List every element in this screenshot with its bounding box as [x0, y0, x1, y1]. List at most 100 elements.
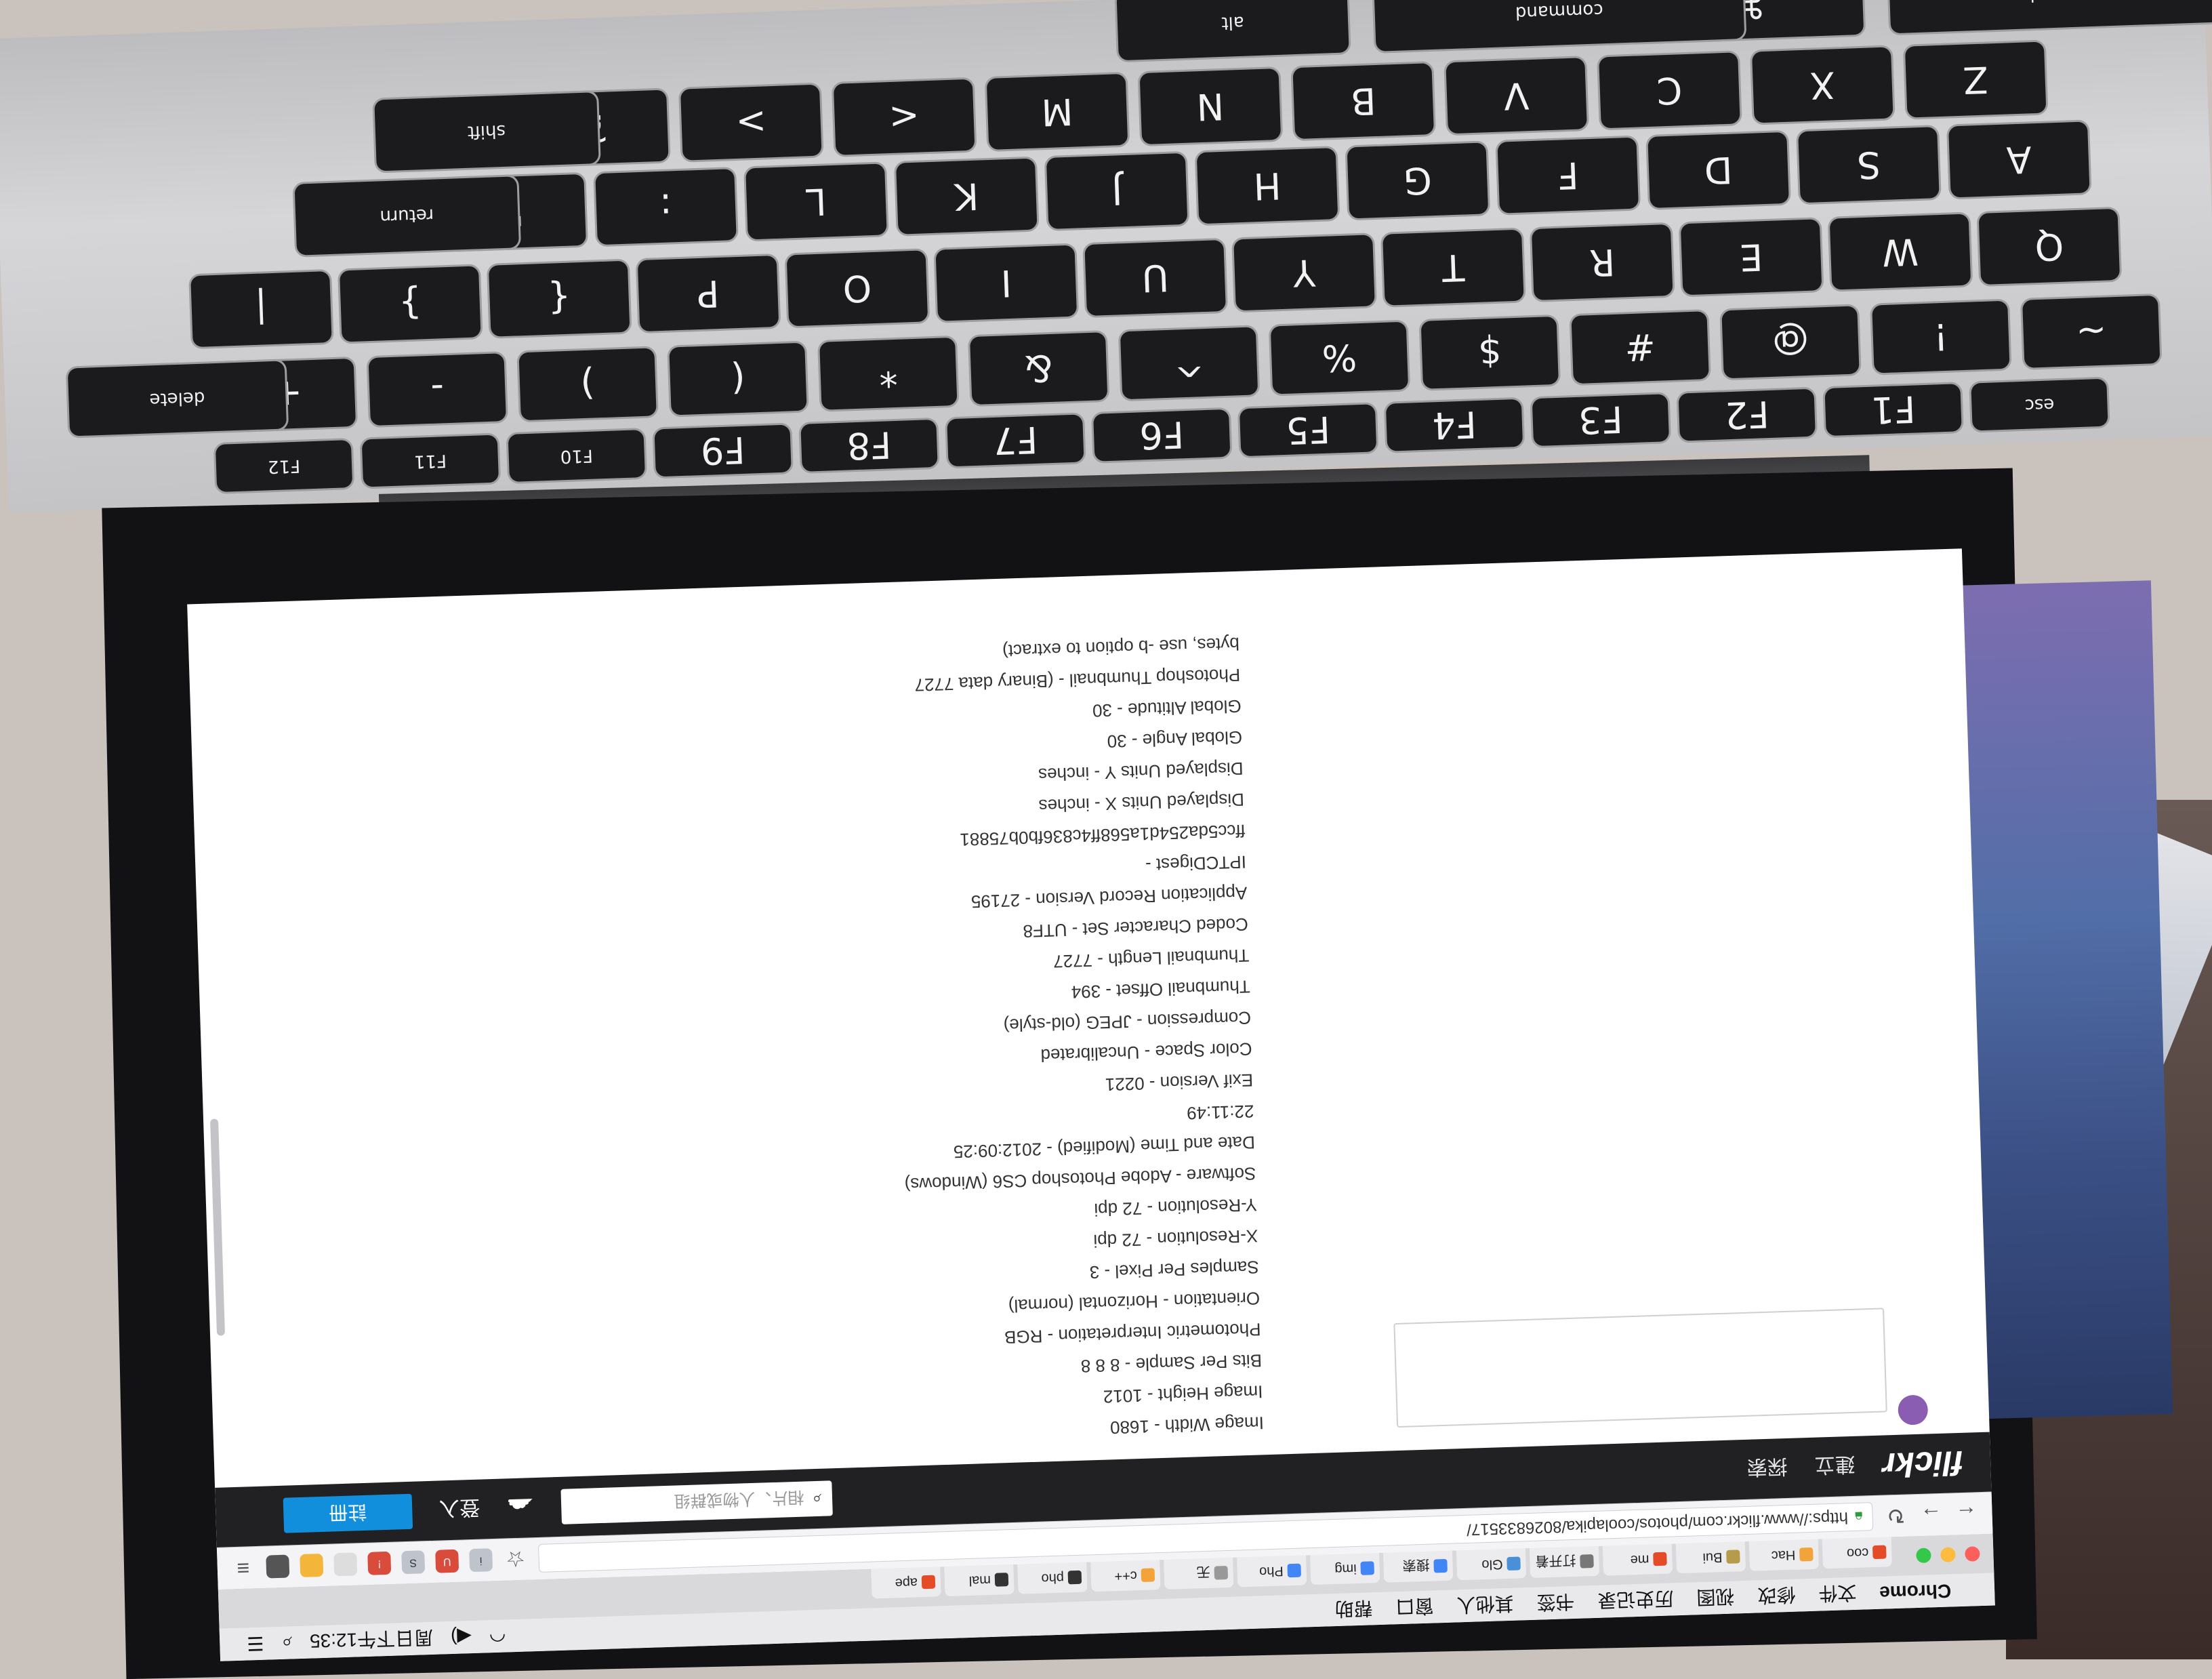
clock[interactable]: 周日下午12:35 — [309, 1625, 434, 1656]
keyboard-key: R — [1531, 224, 1673, 301]
keyboard-key: esc — [1971, 378, 2108, 431]
exif-list: Image Width - 1680 Image Height - 1012 B… — [886, 628, 1264, 1450]
browser-tab[interactable]: Glo — [1456, 1548, 1527, 1581]
avatar[interactable] — [1898, 1394, 1929, 1425]
keyboard-key: A — [1948, 121, 2090, 198]
browser-tab[interactable]: 搜索 — [1382, 1550, 1454, 1583]
menu-item-people[interactable]: 其他人 — [1456, 1591, 1514, 1620]
browser-tab[interactable]: me — [1602, 1543, 1673, 1576]
search-input[interactable]: ⌕ 相片、人物或群组 — [560, 1480, 833, 1524]
extension-icon[interactable]: U — [435, 1550, 459, 1574]
flickr-logo[interactable]: flickr — [1882, 1443, 1964, 1485]
forward-icon[interactable]: → — [1919, 1502, 1944, 1528]
extension-icon[interactable] — [333, 1552, 358, 1577]
keyboard-key: delete — [67, 361, 287, 437]
keyboard-key: $ — [1420, 316, 1559, 389]
wifi-icon[interactable]: ◠ — [489, 1625, 506, 1648]
favicon-icon — [1507, 1556, 1521, 1571]
keyboard-key: F10 — [508, 429, 645, 482]
bookmark-star-icon[interactable]: ☆ — [503, 1546, 528, 1573]
keyboard-key: command — [1888, 0, 2212, 34]
keyboard-key: G — [1347, 142, 1489, 219]
browser-tab[interactable]: img — [1310, 1552, 1380, 1585]
browser-tab[interactable]: 打开着 — [1529, 1545, 1600, 1578]
keyboard-key: alt — [1116, 0, 1349, 61]
keyboard: esc F1 F2 F3 F4 F5 F6 F7 F8 F9 F10 F11 F12 ~! @ # $% ^ & *(… — [0, 0, 2212, 513]
extension-icon[interactable]: i — [469, 1548, 493, 1573]
menu-item-bookmarks[interactable]: 书签 — [1536, 1589, 1575, 1617]
minimize-window-icon[interactable] — [1940, 1547, 1956, 1562]
keyboard-key: } — [340, 266, 481, 342]
notification-icon[interactable]: ☰ — [247, 1632, 264, 1655]
keyboard-key: % — [1270, 321, 1409, 395]
favicon-icon — [1872, 1545, 1887, 1560]
browser-tab[interactable]: c++ — [1090, 1560, 1161, 1592]
back-icon[interactable]: ← — [1954, 1501, 1979, 1526]
keyboard-key: return — [294, 176, 520, 256]
keyboard-key: C — [1599, 52, 1740, 129]
keyboard-key: F1 — [1824, 384, 1962, 437]
keyboard-key: H — [1196, 148, 1338, 224]
spotlight-icon[interactable]: ⌕ — [281, 1632, 293, 1654]
keyboard-key: # — [1571, 311, 1709, 384]
browser-tab[interactable]: ape — [871, 1566, 941, 1599]
favicon-icon — [1653, 1552, 1667, 1566]
nav-create[interactable]: 建立 — [1814, 1451, 1856, 1482]
keyboard-key: command — [1374, 0, 1745, 52]
login-link[interactable]: 登入 — [439, 1495, 480, 1526]
extension-icon[interactable] — [266, 1555, 290, 1579]
browser-tab[interactable]: Pho — [1237, 1555, 1307, 1587]
menu-icon[interactable]: ≡ — [230, 1555, 255, 1581]
menu-item-help[interactable]: 帮助 — [1334, 1595, 1373, 1623]
exif-line: Photoshop Thumbnail - (Binary data 7727 … — [909, 633, 1241, 696]
reload-icon[interactable]: ↻ — [1883, 1503, 1908, 1529]
browser-tab[interactable]: coo — [1822, 1537, 1892, 1569]
nav-explore[interactable]: 探索 — [1746, 1453, 1788, 1484]
menu-item-view[interactable]: 视图 — [1696, 1584, 1735, 1613]
keyboard-key: D — [1647, 132, 1789, 208]
signup-button[interactable]: 註冊 — [283, 1493, 413, 1533]
keyboard-key: Z — [1904, 41, 2047, 118]
browser-tab[interactable]: pho — [1017, 1562, 1088, 1594]
keyboard-key: T — [1382, 229, 1524, 306]
exif-line: Date and Time (Modified) - 2012:09:25 22… — [948, 1101, 1256, 1162]
extension-icon[interactable]: S — [401, 1550, 426, 1575]
menubar-app-name[interactable]: Chrome — [1879, 1579, 1952, 1603]
upload-cloud-icon[interactable]: ☁ — [507, 1492, 535, 1524]
keyboard-key: Q — [1978, 208, 2121, 285]
favicon-icon — [1726, 1550, 1740, 1564]
url-text: https://www.flickr.com/photos/coolapika/… — [1466, 1508, 1849, 1539]
keyboard-key: S — [1798, 127, 1940, 203]
keyboard-key: J — [1046, 153, 1188, 229]
comment-input[interactable] — [1393, 1308, 1887, 1428]
zoom-window-icon[interactable] — [1916, 1547, 1931, 1564]
browser-tab[interactable]: Bui — [1675, 1541, 1746, 1574]
browser-tab[interactable]: mal — [944, 1564, 1015, 1597]
menu-item-window[interactable]: 窗口 — [1395, 1593, 1434, 1621]
keyboard-key: N — [1139, 68, 1282, 145]
favicon-icon — [994, 1573, 1009, 1587]
browser-tab[interactable]: 无 — [1164, 1557, 1234, 1590]
exif-line: IPTCDigest - ffcc5da254d1a568ff4c836fb0b… — [959, 820, 1247, 876]
keyboard-key: shift — [374, 92, 599, 171]
keyboard-key: ~ — [2022, 295, 2160, 368]
favicon-icon — [1214, 1566, 1229, 1580]
favicon-icon — [1287, 1563, 1302, 1578]
extension-icon[interactable] — [300, 1554, 324, 1578]
menu-item-history[interactable]: 历史记录 — [1597, 1585, 1674, 1615]
extension-icon[interactable]: ! — [367, 1552, 392, 1576]
keyboard-key: B — [1292, 63, 1434, 140]
keyboard-key: { — [488, 260, 630, 337]
favicon-icon — [1067, 1570, 1082, 1585]
keyboard-key: E — [1680, 219, 1822, 296]
scrollbar[interactable] — [210, 1118, 226, 1336]
menu-item-file[interactable]: 文件 — [1818, 1580, 1857, 1609]
browser-tab[interactable]: Hac — [1748, 1539, 1820, 1571]
keyboard-key: < — [833, 79, 975, 155]
favicon-icon — [1433, 1558, 1448, 1573]
volume-icon[interactable]: ◀) — [451, 1626, 472, 1649]
keyboard-key: F5 — [1239, 404, 1377, 457]
close-window-icon[interactable] — [1965, 1546, 1980, 1562]
keyboard-key: U — [1084, 239, 1226, 317]
menu-item-edit[interactable]: 修改 — [1757, 1582, 1796, 1611]
